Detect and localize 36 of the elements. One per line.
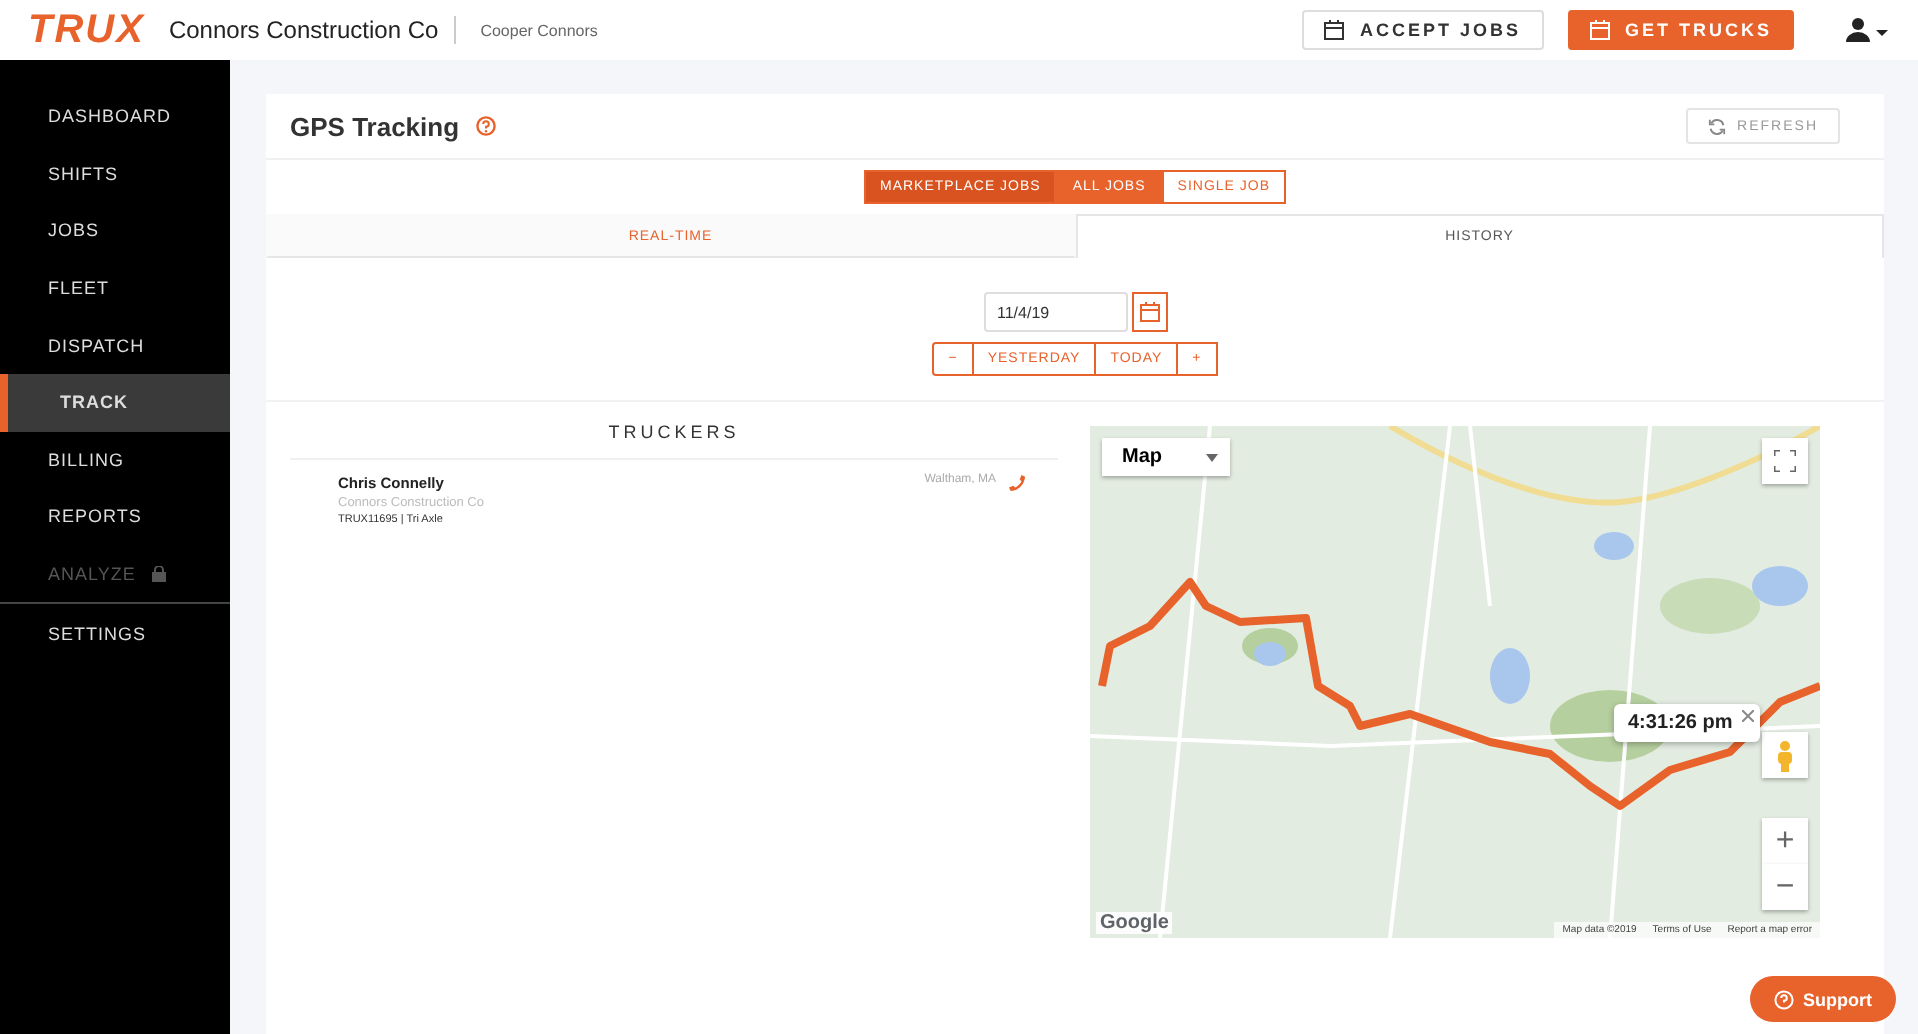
dropdown-caret-icon	[1206, 453, 1218, 461]
zoom-out-button[interactable]: −	[1762, 864, 1808, 910]
sidebar-item[interactable]: SHIFTS	[0, 145, 230, 203]
help-icon[interactable]	[475, 116, 496, 136]
sidebar-item[interactable]: BILLING	[0, 431, 230, 489]
truckers-heading: TRUCKERS	[290, 402, 1058, 460]
date-field[interactable]: 11/4/19	[983, 292, 1127, 332]
help-icon	[1773, 989, 1793, 1009]
sidebar-item[interactable]: JOBS	[0, 202, 230, 260]
calendar-button[interactable]	[1131, 292, 1167, 332]
sidebar-item[interactable]: TRACK	[0, 373, 230, 432]
accept-jobs-button[interactable]: ACCEPT JOBS	[1301, 10, 1543, 50]
sidebar-item[interactable]: SETTINGS	[0, 604, 230, 662]
sidebar-item[interactable]: FLEET	[0, 259, 230, 317]
map-logo: Google	[1096, 912, 1173, 934]
calendar-icon	[1323, 20, 1344, 40]
refresh-icon	[1707, 117, 1726, 135]
lock-icon	[151, 566, 166, 583]
fullscreen-icon	[1774, 450, 1796, 472]
pegman-icon	[1776, 739, 1794, 771]
sidebar-item[interactable]: DISPATCH	[0, 316, 230, 374]
page-title: GPS Tracking	[290, 111, 460, 141]
calendar-icon	[1589, 20, 1609, 40]
company-name: Connors Construction Co	[168, 16, 457, 44]
close-icon[interactable]	[1742, 706, 1755, 728]
map-type-select[interactable]: Map	[1102, 438, 1230, 476]
zoom-in-button[interactable]: +	[1762, 818, 1808, 864]
sidebar-item[interactable]: DASHBOARD	[0, 88, 230, 146]
fullscreen-button[interactable]	[1762, 438, 1808, 484]
sidebar-item[interactable]: REPORTS	[0, 488, 230, 546]
user-menu-icon[interactable]	[1846, 18, 1890, 42]
street-view-button[interactable]	[1762, 732, 1808, 778]
time-popup: 4:31:26 pm	[1614, 704, 1761, 742]
user-name: Cooper Connors	[480, 21, 598, 39]
phone-icon[interactable]	[1008, 474, 1026, 492]
calendar-icon	[1139, 302, 1159, 322]
